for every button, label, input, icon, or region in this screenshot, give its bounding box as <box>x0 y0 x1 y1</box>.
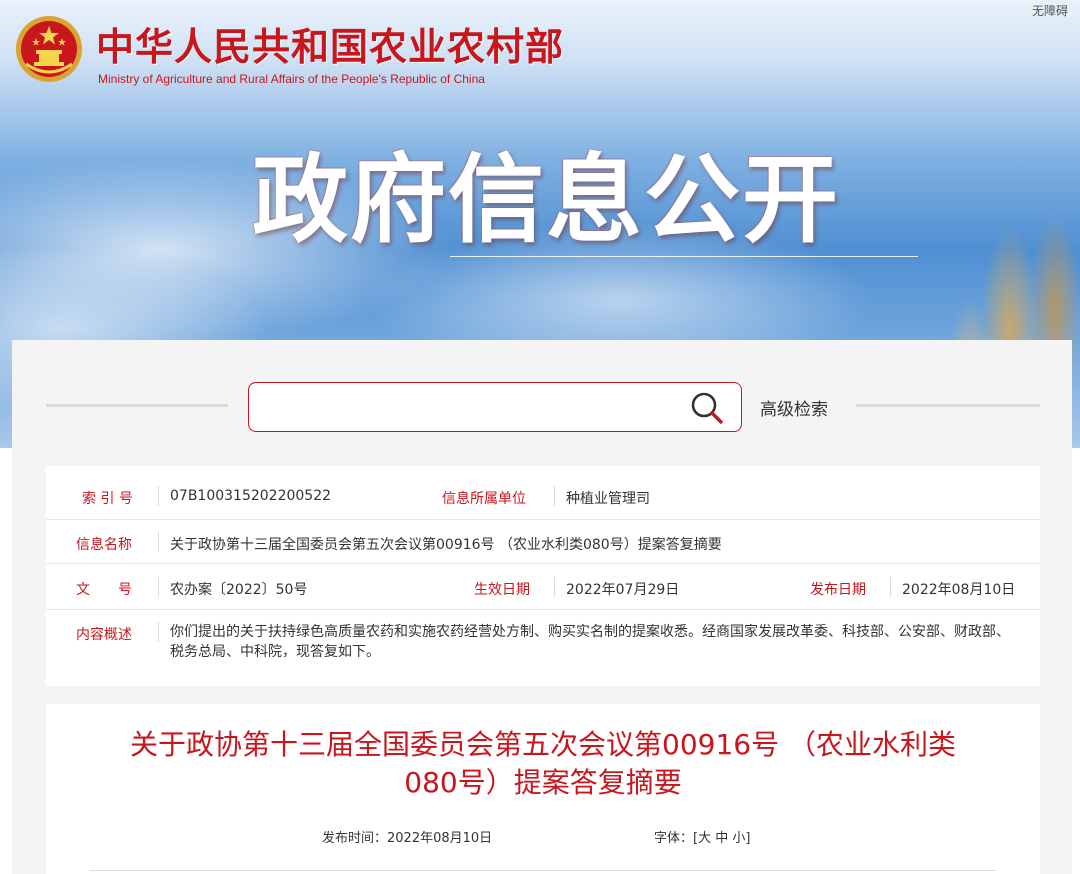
effective-date-label: 生效日期 <box>474 582 530 598</box>
separator <box>158 622 159 642</box>
search-box[interactable] <box>248 382 742 432</box>
publish-date-value: 2022年08月10日 <box>902 582 1016 598</box>
font-size-small[interactable]: 小 <box>732 831 745 846</box>
publish-date-label: 发布日期 <box>810 582 866 598</box>
accessibility-link[interactable]: 无障碍 <box>1032 2 1068 19</box>
national-emblem-icon[interactable] <box>14 14 84 84</box>
separator <box>554 577 555 597</box>
index-value: 07B100315202200522 <box>170 488 332 504</box>
search-icon[interactable] <box>689 391 725 425</box>
separator <box>158 532 159 552</box>
unit-label: 信息所属单位 <box>442 491 526 507</box>
search-divider-right <box>856 404 1040 407</box>
font-size-large[interactable]: 大 <box>698 831 711 846</box>
font-size-label: 字体：[ <box>654 831 699 846</box>
banner-divider <box>450 256 918 257</box>
unit-value: 种植业管理司 <box>566 491 650 507</box>
summary-value: 你们提出的关于扶持绿色高质量农药和实施农药经营处方制、购买实名制的提案收悉。经商… <box>170 624 1010 660</box>
info-row-name: 信息名称 关于政协第十三届全国委员会第五次会议第00916号 （农业水利类080… <box>46 520 1040 564</box>
doc-number-label: 文 号 <box>76 582 132 598</box>
doc-number-value: 农办案〔2022〕50号 <box>170 582 308 598</box>
font-size-medium[interactable]: 中 <box>715 831 728 846</box>
article-title: 关于政协第十三届全国委员会第五次会议第00916号 （农业水利类 080号）提案… <box>106 726 980 802</box>
separator <box>158 486 159 506</box>
advanced-search-link[interactable]: 高级检索 <box>760 395 828 420</box>
article-publish-time: 发布时间：2022年08月10日 <box>322 831 493 846</box>
separator <box>158 577 159 597</box>
info-row-index: 索 引 号 07B100315202200522 信息所属单位 种植业管理司 <box>46 466 1040 520</box>
search-divider-left <box>46 404 228 407</box>
separator <box>554 486 555 506</box>
font-size-close-bracket: ] <box>745 831 751 846</box>
info-row-doc: 文 号 农办案〔2022〕50号 生效日期 2022年07月29日 发布日期 2… <box>46 564 1040 610</box>
index-label: 索 引 号 <box>82 491 133 507</box>
search-input[interactable] <box>259 391 679 423</box>
name-value: 关于政协第十三届全国委员会第五次会议第00916号 （农业水利类080号）提案答… <box>170 537 722 553</box>
separator <box>890 577 891 597</box>
banner-title: 政府信息公开 <box>252 144 840 256</box>
summary-label: 内容概述 <box>76 627 132 643</box>
article-title-line1: 关于政协第十三届全国委员会第五次会议第00916号 （农业水利类 <box>130 728 956 761</box>
name-label: 信息名称 <box>76 537 132 553</box>
site-name-cn[interactable]: 中华人民共和国农业农村部 <box>96 16 564 71</box>
font-size-control: 字体：[大 中 小] <box>654 827 750 846</box>
info-table: 索 引 号 07B100315202200522 信息所属单位 种植业管理司 信… <box>46 466 1040 686</box>
site-name-en: Ministry of Agriculture and Rural Affair… <box>98 72 485 86</box>
info-row-summary: 内容概述 你们提出的关于扶持绿色高质量农药和实施农药经营处方制、购买实名制的提案… <box>46 610 1040 686</box>
article-divider <box>90 870 996 871</box>
article-card: 关于政协第十三届全国委员会第五次会议第00916号 （农业水利类 080号）提案… <box>46 704 1040 874</box>
effective-date-value: 2022年07月29日 <box>566 582 680 598</box>
article-title-line2: 080号）提案答复摘要 <box>404 766 682 799</box>
